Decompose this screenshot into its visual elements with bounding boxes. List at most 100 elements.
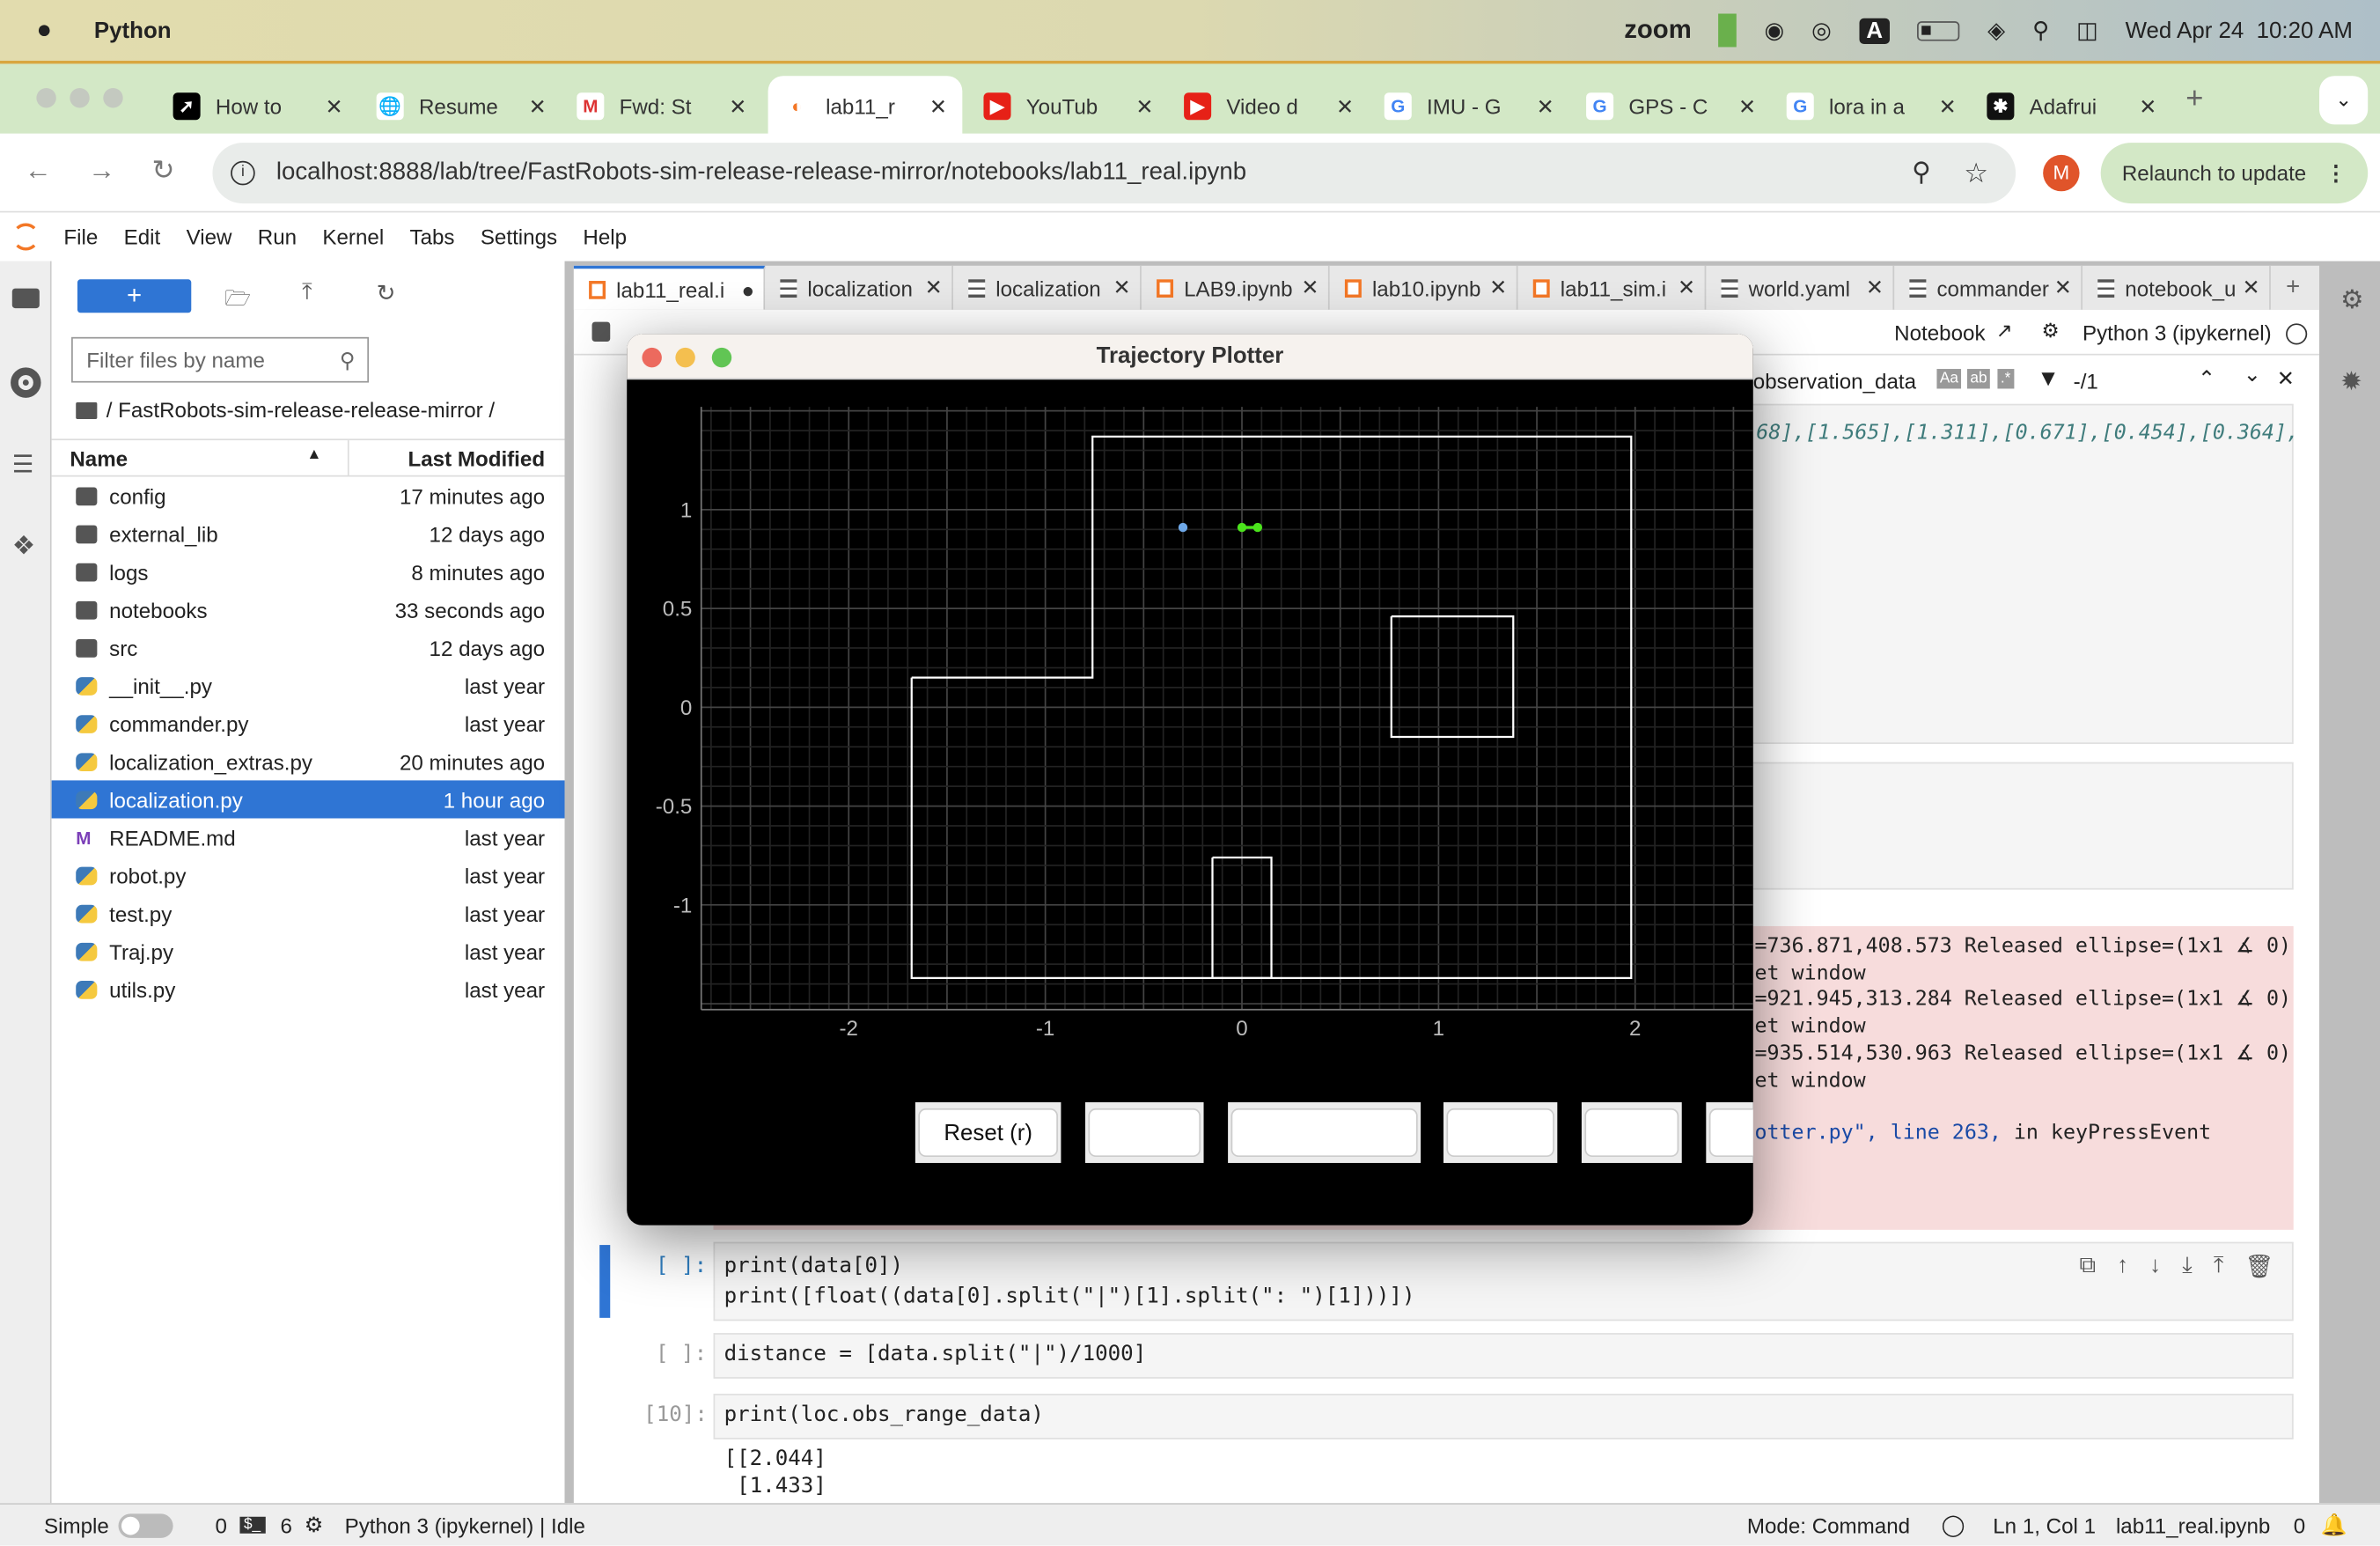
close-tab-icon[interactable]: ✕ <box>1113 275 1131 300</box>
close-tab-icon[interactable]: ✕ <box>1336 93 1354 119</box>
menu-view[interactable]: View <box>187 225 232 249</box>
wifi-icon[interactable]: ◈ <box>1987 17 2005 44</box>
code-cell-1[interactable]: ⧉ ↑ ↓ ⤓ ⤒ 🗑 <box>713 1241 2294 1321</box>
file-list-item[interactable]: external_lib 12 days ago <box>52 515 565 553</box>
refresh-icon[interactable]: ↻ <box>377 279 396 306</box>
apple-icon[interactable]: ● <box>36 15 52 45</box>
insert-above-icon[interactable]: ⤓ <box>2182 1253 2192 1280</box>
notebook-tab[interactable]: notebook_u ✕ <box>2082 265 2271 310</box>
close-tab-icon[interactable]: ✕ <box>2054 275 2072 300</box>
plotter-button[interactable] <box>1446 1108 1554 1158</box>
control-center-icon[interactable]: ◫ <box>2076 17 2097 44</box>
file-list-item[interactable]: src 12 days ago <box>52 629 565 666</box>
regex-icon[interactable]: .* <box>1997 369 2014 389</box>
close-tab-icon[interactable]: ✕ <box>1866 275 1884 300</box>
open-notebook-icon[interactable]: ↗ <box>1996 319 2013 343</box>
extensions-icon[interactable]: ❖ <box>12 532 35 562</box>
menu-tabs[interactable]: Tabs <box>410 225 455 249</box>
menu-edit[interactable]: Edit <box>124 225 161 249</box>
zoom-page-icon[interactable]: ⚲ <box>1912 158 1930 188</box>
notebook-tab[interactable]: world.yaml ✕ <box>1706 265 1895 310</box>
new-launcher-button[interactable]: + <box>77 279 192 313</box>
file-list-item[interactable]: Traj.py last year <box>52 932 565 970</box>
trajectory-plot[interactable]: -2 -1 0 1 2 1 0.5 0 -0.5 -1 <box>627 379 1753 1078</box>
file-list-item[interactable]: __init__.py last year <box>52 666 565 704</box>
browser-tab[interactable]: G GPS - C ✕ <box>1571 76 1772 136</box>
toc-icon[interactable]: ☰ <box>12 449 34 479</box>
upload-icon[interactable]: ⤒ <box>302 279 312 305</box>
kernel-name[interactable]: Python 3 (ipykernel) <box>2082 320 2272 345</box>
notebook-tab[interactable]: lab10.ipynb ✕ <box>1330 265 1518 310</box>
notebook-tab[interactable]: localization ✕ <box>953 265 1142 310</box>
browser-tab[interactable]: ✱ Adafrui ✕ <box>1972 76 2172 136</box>
notebook-label[interactable]: Notebook <box>1894 320 1985 345</box>
close-tab-icon[interactable]: ✕ <box>1738 93 1756 119</box>
kernel-settings-icon[interactable]: ⚙ <box>2041 319 2059 343</box>
code-line[interactable]: print(loc.obs_range_data) <box>724 1402 1044 1427</box>
close-tab-icon[interactable]: ✕ <box>729 93 746 119</box>
new-folder-icon[interactable]: 🗁 <box>224 283 251 319</box>
code-line[interactable]: print([float((data[0].split("|")[1].spli… <box>724 1285 1415 1309</box>
browser-tab[interactable]: Glora in a ✕ <box>1771 76 1972 136</box>
spotlight-icon[interactable]: ⚲ <box>2032 17 2049 44</box>
new-tab-button[interactable]: + <box>2185 82 2203 117</box>
plotter-titlebar[interactable]: Trajectory Plotter <box>627 334 1753 380</box>
window-zoom-button[interactable] <box>103 88 123 108</box>
file-list-item[interactable]: test.py last year <box>52 894 565 932</box>
airdrop-icon[interactable]: ◎ <box>1811 17 1832 44</box>
close-tab-icon[interactable]: ✕ <box>2243 275 2260 300</box>
close-tab-icon[interactable]: ✕ <box>1678 275 1695 300</box>
relaunch-button[interactable]: Relaunch to update ⋮ <box>2100 143 2369 204</box>
name-column-header[interactable]: Name <box>70 446 128 471</box>
close-tab-icon[interactable]: ✕ <box>325 93 342 119</box>
url-input[interactable]: i localhost:8888/lab/tree/FastRobots-sim… <box>212 143 2016 204</box>
plotter-button[interactable] <box>1230 1108 1418 1158</box>
menu-run[interactable]: Run <box>258 225 297 249</box>
plotter-minimize-button[interactable] <box>675 347 695 368</box>
move-down-icon[interactable]: ↓ <box>2149 1253 2161 1280</box>
close-tab-icon[interactable]: ✕ <box>1135 93 1153 119</box>
bell-icon[interactable]: 🔔 <box>2321 1513 2347 1538</box>
close-tab-icon[interactable]: ✕ <box>1489 275 1507 300</box>
code-line[interactable]: print(data[0]) <box>724 1254 904 1278</box>
browser-tab[interactable]: M Fwd: St ✕ <box>562 76 762 136</box>
delete-cell-icon[interactable]: 🗑 <box>2244 1253 2273 1279</box>
filter-icon[interactable]: ▼ <box>2037 366 2060 392</box>
next-match-icon[interactable]: ⌄ <box>2244 361 2261 386</box>
wechat-icon[interactable]: ◉ <box>1765 17 1785 44</box>
match-case-icon[interactable]: Aa <box>1936 369 1962 389</box>
zoom-status-item[interactable]: zoom <box>1624 15 1692 45</box>
notebook-tab[interactable]: lab11_real.i ● <box>573 265 766 310</box>
plotter-button[interactable] <box>1584 1108 1679 1158</box>
battery-icon[interactable] <box>1917 20 1961 40</box>
whole-word-icon[interactable]: ab <box>1966 369 1991 389</box>
close-tab-icon[interactable]: ✕ <box>2139 93 2156 119</box>
close-tab-icon[interactable]: ✕ <box>925 275 943 300</box>
reload-icon[interactable]: ↻ <box>151 155 174 187</box>
back-icon[interactable]: ← <box>25 155 52 187</box>
cursor-position[interactable]: Ln 1, Col 1 <box>1993 1513 2096 1537</box>
file-list-item[interactable]: commander.py last year <box>52 704 565 742</box>
find-input[interactable]: observation_data <box>1753 369 1916 394</box>
new-tab-button[interactable]: + <box>2286 266 2300 310</box>
home-folder-icon[interactable] <box>76 401 98 419</box>
menu-kernel[interactable]: Kernel <box>322 225 384 249</box>
menu-help[interactable]: Help <box>583 225 627 249</box>
notebook-tab[interactable]: commander ✕ <box>1894 265 2083 310</box>
browser-tab[interactable]: ▶ Video d ✕ <box>1169 76 1370 136</box>
forward-icon[interactable]: → <box>88 155 115 187</box>
breadcrumb[interactable]: / FastRobots-sim-release-release-mirror … <box>76 398 495 422</box>
datetime[interactable]: Wed Apr 24 10:20 AM <box>2126 18 2353 43</box>
green-app-icon[interactable] <box>1718 13 1737 48</box>
browser-tab[interactable]: G IMU - G ✕ <box>1369 76 1569 136</box>
reset-button[interactable]: Reset (r) <box>918 1108 1058 1158</box>
profile-avatar[interactable]: M <box>2043 154 2080 192</box>
file-list-item[interactable]: robot.py last year <box>52 857 565 894</box>
previous-match-icon[interactable]: ⌃ <box>2198 366 2215 392</box>
move-up-icon[interactable]: ↑ <box>2117 1253 2128 1280</box>
close-tab-icon[interactable]: ✕ <box>1301 275 1319 300</box>
notebook-tab[interactable]: LAB9.ipynb ✕ <box>1142 265 1330 310</box>
kernels-count[interactable]: 6 <box>281 1513 292 1537</box>
input-source-icon[interactable]: A <box>1858 17 1891 44</box>
browser-tab[interactable]: 🌐 Resume ✕ <box>361 76 562 136</box>
